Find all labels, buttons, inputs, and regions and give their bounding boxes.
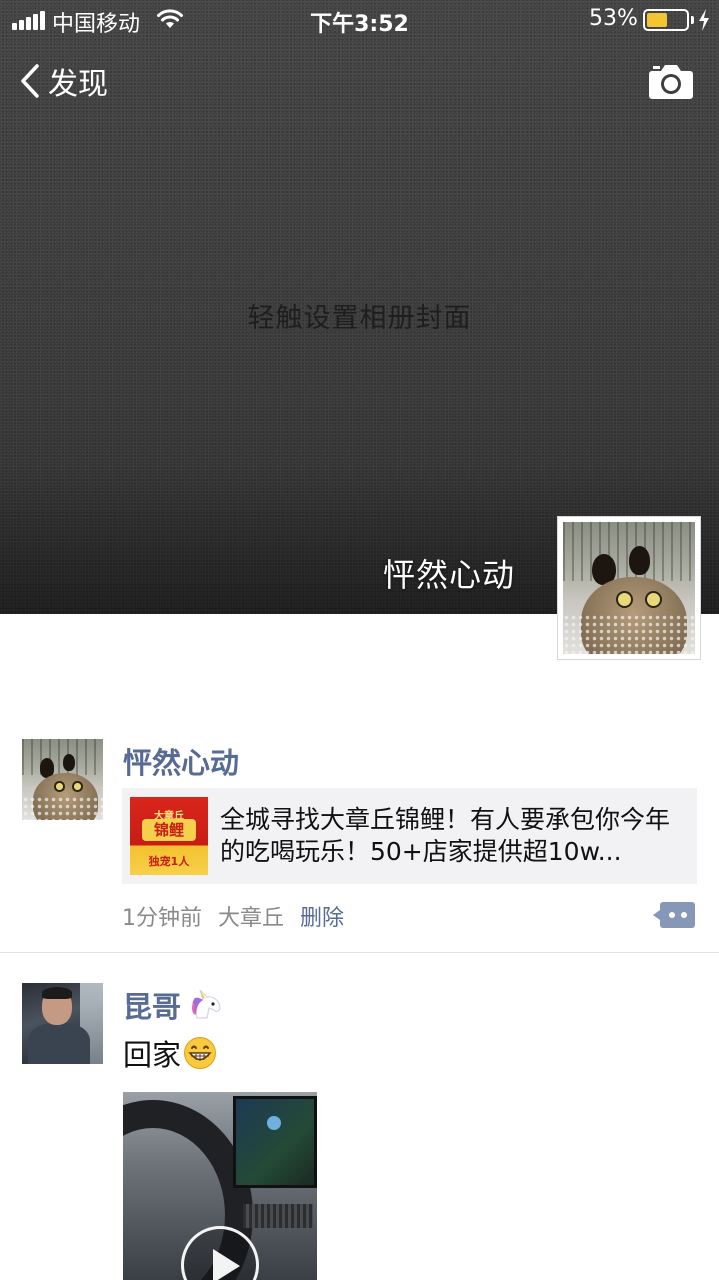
- thumb-mid-text: 锦鲤: [142, 819, 196, 841]
- battery-percent: 53%: [589, 6, 638, 31]
- post-text-content: 回家: [123, 1038, 182, 1072]
- back-button[interactable]: 发现: [18, 58, 108, 104]
- unicorn-icon: [191, 989, 221, 1019]
- post-time: 1分钟前: [122, 906, 202, 931]
- thumb-bottom-text: 独宠1人: [148, 855, 190, 868]
- comment-icon[interactable]: [653, 902, 695, 928]
- delete-button[interactable]: 删除: [300, 900, 344, 932]
- moment-post: 昆哥 回家: [0, 982, 719, 1280]
- video-thumbnail[interactable]: [123, 1092, 317, 1280]
- battery-fill: [647, 13, 667, 27]
- shared-link-card[interactable]: 大章丘 锦鲤 独宠1人 全城寻找大章丘锦鲤！有人要承包你今年的吃喝玩乐！50+店…: [122, 788, 697, 884]
- post-author-name[interactable]: 昆哥: [123, 984, 223, 1026]
- charging-bolt-icon: [699, 9, 709, 31]
- avatar-image: [563, 522, 695, 654]
- moment-post: 怦然心动 大章丘 锦鲤 独宠1人 全城寻找大章丘锦鲤！有人要承包你今年的吃喝玩乐…: [0, 738, 719, 952]
- cover-hint[interactable]: 轻触设置相册封面: [0, 296, 719, 335]
- status-bar: 中国移动 下午3:52 53%: [0, 0, 719, 40]
- avatar[interactable]: [22, 983, 103, 1064]
- battery-icon: [643, 9, 689, 31]
- author-name-text: 昆哥: [123, 990, 182, 1024]
- post-author-name[interactable]: 怦然心动: [123, 740, 239, 782]
- camera-icon[interactable]: [648, 60, 694, 100]
- post-divider: [0, 952, 719, 953]
- grinning-face-icon: [184, 1037, 217, 1069]
- back-label: 发现: [48, 67, 108, 102]
- profile-avatar[interactable]: [557, 516, 701, 660]
- post-text: 回家: [123, 1032, 217, 1074]
- avatar[interactable]: [22, 739, 103, 820]
- avatar-image: [22, 739, 103, 820]
- post-meta: 1分钟前 大章丘 删除: [122, 900, 344, 932]
- battery-cap: [691, 16, 694, 24]
- profile-name: 怦然心动: [382, 556, 515, 594]
- post-location[interactable]: 大章丘: [218, 900, 284, 932]
- link-title: 全城寻找大章丘锦鲤！有人要承包你今年的吃喝玩乐！50+店家提供超10w...: [220, 805, 671, 866]
- link-thumbnail: 大章丘 锦鲤 独宠1人: [130, 797, 208, 875]
- chevron-left-icon: [21, 64, 39, 98]
